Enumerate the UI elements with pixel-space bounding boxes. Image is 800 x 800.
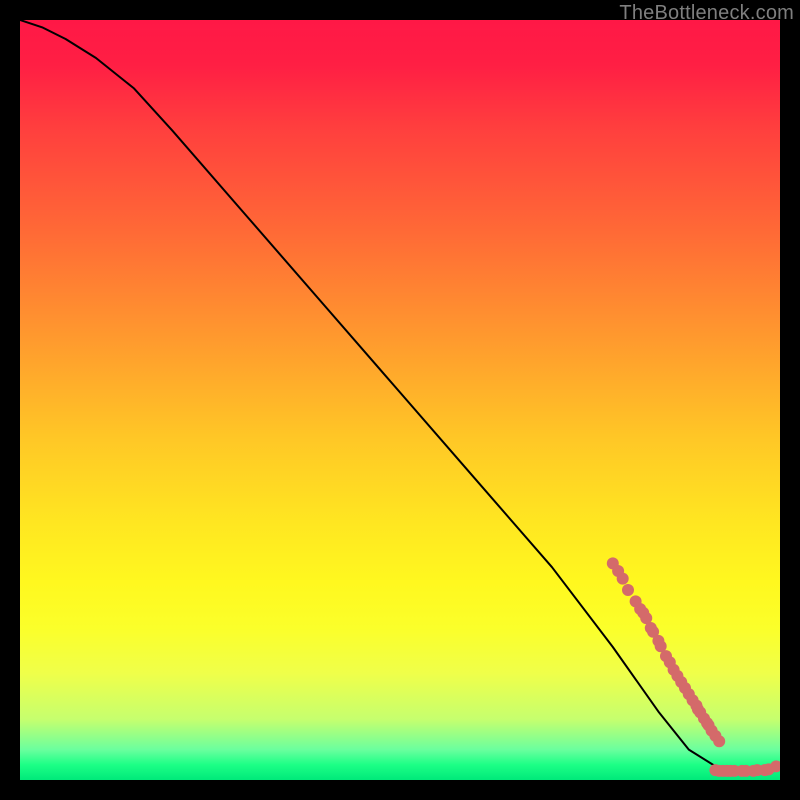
marker-dot [675,676,687,688]
marker-dot [736,765,748,777]
marker-dot [728,765,740,777]
marker-dot [751,764,763,776]
marker-dot [607,557,619,569]
marker-dot [713,765,725,777]
marker-dot [694,706,706,718]
chart-stage: TheBottleneck.com [0,0,800,800]
marker-dot [721,765,733,777]
marker-dot [668,664,680,676]
marker-dot [698,712,710,724]
marker-dot [690,700,702,712]
marker-dot [740,765,752,777]
marker-dot [692,703,704,715]
watermark-label: TheBottleneck.com [619,2,794,25]
marker-dot [652,635,664,647]
marker-dot [709,730,721,742]
marker-dot [664,656,676,668]
marker-dot [717,765,729,777]
marker-dot [709,764,721,776]
marker-dot [660,650,672,662]
marker-dot [640,612,652,624]
marker-dot [725,765,737,777]
curve-path [20,20,780,772]
marker-dot [634,603,646,615]
marker-dot [763,763,775,775]
marker-dot [747,765,759,777]
marker-dot [706,725,718,737]
marker-dot [701,717,713,729]
marker-dot [630,595,642,607]
marker-dot [655,640,667,652]
marker-dot [770,760,780,772]
marker-dot [647,626,659,638]
marker-dot [617,573,629,585]
marker-dot [671,670,683,682]
marker-dot [683,688,695,700]
marker-dot [679,682,691,694]
marker-dot [759,764,771,776]
marker-dot [645,622,657,634]
marker-dot [713,735,725,747]
marker-dots [607,557,780,776]
marker-dot [622,584,634,596]
marker-dot [687,694,699,706]
marker-dot [703,719,715,731]
curve-line [20,20,780,772]
marker-dot [612,565,624,577]
marker-dot [637,607,649,619]
chart-svg [20,20,780,780]
plot-area [20,20,780,780]
